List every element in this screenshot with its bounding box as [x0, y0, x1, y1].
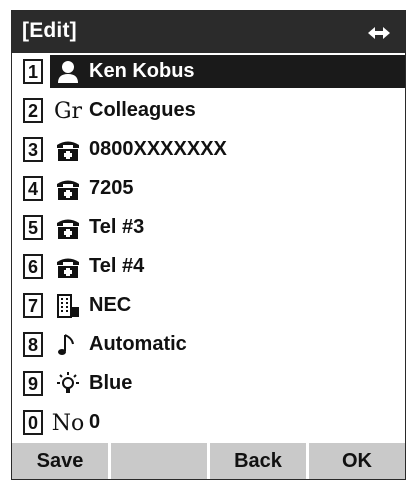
phone-screen: [Edit] 1 Ken Kobus 2 Gr Colleagues 3 080…: [11, 10, 406, 480]
item-number: 0: [23, 410, 43, 435]
item-label: Tel #4: [89, 255, 145, 277]
list-item-7[interactable]: 7 NEC: [12, 289, 405, 325]
item-label: 7205: [89, 177, 134, 199]
list-item-3[interactable]: 3 0800XXXXXXX: [12, 133, 405, 169]
item-number: 1: [23, 59, 43, 84]
list-item-1[interactable]: 1 Ken Kobus: [12, 55, 405, 91]
item-number: 6: [23, 254, 43, 279]
item-label: Blue: [89, 372, 133, 394]
blank-softkey[interactable]: [111, 443, 207, 479]
item-label: Automatic: [89, 333, 187, 355]
telephone-icon: [54, 253, 82, 281]
item-number: 8: [23, 332, 43, 357]
save-softkey[interactable]: Save: [12, 443, 108, 479]
telephone-icon: [54, 214, 82, 242]
telephone-icon: [54, 175, 82, 203]
list-item-9[interactable]: 9 Blue: [12, 367, 405, 403]
item-label: NEC: [89, 294, 132, 316]
list-item-5[interactable]: 5 Tel #3: [12, 211, 405, 247]
lamp-icon: [54, 370, 82, 398]
softkey-bar: Save Back OK: [12, 443, 405, 479]
building-icon: [54, 292, 82, 320]
list-item-4[interactable]: 4 7205: [12, 172, 405, 208]
list-item-0[interactable]: 0 No 0: [12, 406, 405, 442]
item-number: 5: [23, 215, 43, 240]
item-number: 3: [23, 137, 43, 162]
person-icon: [54, 58, 82, 86]
item-label: Colleagues: [89, 99, 196, 121]
music-note-icon: [54, 331, 82, 359]
item-number: 9: [23, 371, 43, 396]
item-label: 0: [89, 411, 101, 433]
item-label: 0800XXXXXXX: [89, 138, 227, 160]
title-bar: [Edit]: [12, 11, 405, 53]
screen-title: [Edit]: [22, 19, 77, 42]
list-item-8[interactable]: 8 Automatic: [12, 328, 405, 364]
item-number: 2: [23, 98, 43, 123]
up-down-arrow-icon: [368, 27, 390, 39]
group-gr-icon: Gr: [53, 98, 83, 124]
item-number: 7: [23, 293, 43, 318]
item-number: 4: [23, 176, 43, 201]
item-label: Tel #3: [89, 216, 145, 238]
ok-softkey[interactable]: OK: [309, 443, 405, 479]
number-no-icon: No: [51, 410, 85, 436]
item-label: Ken Kobus: [89, 60, 195, 82]
list-item-2[interactable]: 2 Gr Colleagues: [12, 94, 405, 130]
list-item-6[interactable]: 6 Tel #4: [12, 250, 405, 286]
telephone-icon: [54, 136, 82, 164]
back-softkey[interactable]: Back: [210, 443, 306, 479]
